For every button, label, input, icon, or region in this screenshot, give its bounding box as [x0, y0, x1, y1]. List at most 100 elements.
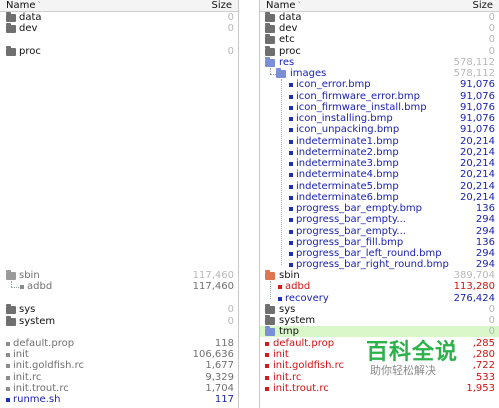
right-column-header[interactable]: Name ` Size [260, 0, 499, 12]
folder-open-icon [265, 270, 275, 280]
file-icon [289, 196, 293, 200]
tree-row-init-goldfish-rc[interactable]: init.goldfish.rc 1,677 [0, 360, 238, 371]
folder-open-icon [276, 68, 286, 78]
file-row[interactable]: indeterminate4.bmp 20,214 [260, 169, 499, 180]
folder-icon [265, 304, 275, 314]
file-icon [289, 207, 293, 211]
tree-row-res[interactable]: res 578,112 [260, 57, 499, 68]
tree-row-data[interactable]: data 0 [0, 12, 238, 23]
file-icon [289, 83, 293, 87]
file-row[interactable]: indeterminate3.bmp 20,214 [260, 158, 499, 169]
file-row[interactable]: progress_bar_left_round.bmp 294 [260, 248, 499, 259]
name-column-header[interactable]: Name ` [6, 0, 42, 11]
folder-icon [6, 46, 16, 56]
file-icon [6, 376, 10, 380]
folder-icon [265, 315, 275, 325]
folder-icon [265, 23, 275, 33]
size-column-header[interactable]: Size [211, 0, 232, 11]
file-icon [265, 387, 269, 391]
folder-icon [265, 46, 275, 56]
file-row[interactable]: indeterminate2.bmp 20,214 [260, 147, 499, 158]
folder-icon [6, 12, 16, 22]
pane-splitter[interactable] [238, 0, 260, 408]
tree-row-proc[interactable]: proc 0 [0, 46, 238, 57]
file-row[interactable]: icon_unpacking.bmp 91,076 [260, 124, 499, 135]
file-icon [265, 353, 269, 357]
tree-row-dev[interactable]: dev 0 [260, 23, 499, 34]
file-icon [289, 173, 293, 177]
sort-arrow-icon: ` [37, 1, 42, 10]
file-icon [6, 353, 10, 357]
tree-row-etc[interactable]: etc 0 [260, 34, 499, 45]
folder-icon [6, 316, 16, 326]
folder-open-icon [6, 270, 16, 280]
file-row-recovery[interactable]: recovery 276,424 [260, 293, 499, 304]
tree-row-dev[interactable]: dev 0 [0, 23, 238, 34]
file-icon [278, 297, 282, 301]
file-row[interactable]: icon_firmware_error.bmp 91,076 [260, 91, 499, 102]
tree-row-sbin[interactable]: sbin 389,704 [260, 270, 499, 281]
file-row[interactable]: progress_bar_right_round.bmp 294 [260, 259, 499, 270]
file-icon [289, 230, 293, 234]
tree-row-sys[interactable]: sys 0 [0, 304, 238, 315]
folder-icon [6, 23, 16, 33]
folder-icon [265, 12, 275, 22]
file-icon [265, 376, 269, 380]
tree-row-init-rc[interactable]: init.rc 9,329 [0, 372, 238, 383]
tree-row-adbd[interactable]: adbd 117,460 [0, 281, 238, 292]
file-icon [289, 252, 293, 256]
tree-row-init[interactable]: init 106,636 [0, 349, 238, 360]
file-row[interactable]: indeterminate6.bmp 20,214 [260, 192, 499, 203]
left-file-pane[interactable]: Name ` Size data 0 dev 0 proc 0 sbin 117,… [0, 0, 238, 408]
file-icon [20, 285, 24, 289]
file-row[interactable]: icon_installing.bmp 91,076 [260, 113, 499, 124]
file-icon [6, 342, 10, 346]
name-column-header[interactable]: Name ` [266, 0, 302, 11]
tree-row-init-trout-rc[interactable]: init.trout.rc 1,704 [0, 383, 238, 394]
tree-row-data[interactable]: data 0 [260, 12, 499, 23]
file-row[interactable]: progress_bar_empty.bmp 136 [260, 203, 499, 214]
file-icon [289, 106, 293, 110]
file-row[interactable]: indeterminate1.bmp 20,214 [260, 136, 499, 147]
file-icon [6, 364, 10, 368]
file-row[interactable]: progress_bar_empty... 294 [260, 226, 499, 237]
file-row[interactable]: progress_bar_fill.bmp 136 [260, 237, 499, 248]
tree-row-images[interactable]: images 578,112 [260, 68, 499, 79]
file-icon [289, 151, 293, 155]
file-icon [289, 117, 293, 121]
file-icon [289, 95, 293, 99]
file-row-adbd[interactable]: adbd 113,280 [260, 281, 499, 292]
folder-icon [265, 34, 275, 44]
file-icon [278, 285, 282, 289]
tree-row-sys[interactable]: sys 0 [260, 304, 499, 315]
tree-row-system[interactable]: system 0 [0, 316, 238, 327]
file-row-init-trout-rc[interactable]: init.trout.rc 1,953 [260, 383, 499, 394]
file-row[interactable]: indeterminate5.bmp 20,214 [260, 181, 499, 192]
file-row[interactable]: progress_bar_empty... 294 [260, 214, 499, 225]
file-icon [265, 364, 269, 368]
tree-row-runme-sh[interactable]: runme.sh 117 [0, 394, 238, 405]
tree-row-sbin[interactable]: sbin 117,460 [0, 270, 238, 281]
file-icon [289, 185, 293, 189]
file-icon [289, 140, 293, 144]
file-row[interactable]: icon_error.bmp 91,076 [260, 79, 499, 90]
file-icon [289, 218, 293, 222]
file-icon [6, 398, 10, 402]
tree-row-system[interactable]: system 0 [260, 315, 499, 326]
file-icon [6, 387, 10, 391]
file-icon [265, 342, 269, 346]
file-icon [289, 241, 293, 245]
file-icon [289, 263, 293, 267]
size-column-header[interactable]: Size [472, 0, 493, 11]
file-icon [289, 162, 293, 166]
folder-icon [6, 304, 16, 314]
tree-row-default-prop[interactable]: default.prop 118 [0, 338, 238, 349]
watermark-subtitle: 助你轻松解决 [370, 364, 436, 377]
file-row[interactable]: icon_firmware_install.bmp 91,076 [260, 102, 499, 113]
file-icon [289, 128, 293, 132]
folder-open-icon [265, 57, 275, 67]
folder-icon [265, 326, 275, 336]
left-column-header[interactable]: Name ` Size [0, 0, 238, 12]
sort-arrow-icon: ` [297, 1, 302, 10]
tree-row-proc[interactable]: proc 0 [260, 46, 499, 57]
